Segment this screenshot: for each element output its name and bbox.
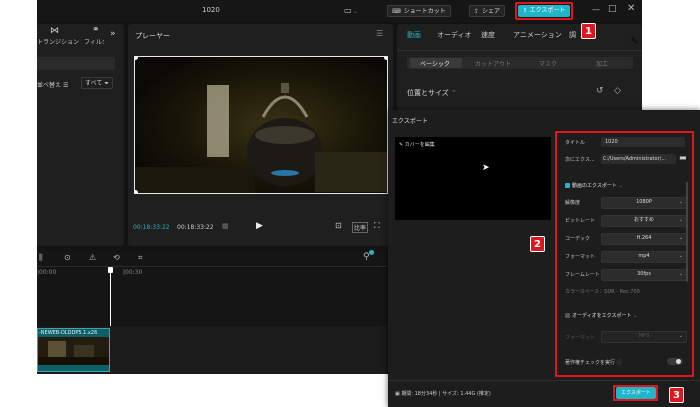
- keyframe-icon[interactable]: ◇: [614, 86, 621, 96]
- video-frame-image: [135, 57, 387, 193]
- callout-number-2: 2: [530, 236, 545, 252]
- clip-thumbnail: [38, 337, 109, 365]
- cover-edit-button[interactable]: ✎ カバーを編集: [399, 141, 435, 148]
- play-icon[interactable]: ▶: [256, 221, 263, 231]
- film-icon: ▣: [395, 391, 400, 397]
- current-time: 00:18:33:22: [133, 224, 170, 231]
- title-bar: 1020 ▭ ⌄ ⌨ ショートカット ⇪ シェア ⇧ エクスポート — □ ✕: [37, 0, 642, 22]
- callout-box-2: [555, 131, 694, 377]
- minimize-icon[interactable]: —: [592, 5, 600, 14]
- sort-icon: ☰: [62, 82, 69, 89]
- player-menu-icon[interactable]: ☰: [376, 29, 383, 38]
- footer-info: ▣ 期間: 18分34秒 | サイズ: 1.44G (推定): [395, 390, 491, 397]
- fit-screen-icon[interactable]: ⊡: [335, 221, 342, 230]
- share-icon: ⇪: [474, 7, 480, 15]
- tab-video[interactable]: 動画: [407, 30, 421, 40]
- tab-transition[interactable]: トランジション: [37, 37, 79, 46]
- notification-dot: [369, 250, 374, 255]
- filter-icon[interactable]: ⚭: [92, 25, 100, 35]
- freeze-icon[interactable]: ⊙: [64, 253, 71, 262]
- divider: [388, 380, 700, 381]
- rotate-icon[interactable]: ⟲: [113, 253, 120, 262]
- subtab-effects[interactable]: 加工: [596, 59, 608, 68]
- clip-label: -NEWEB-DLDDP5.1.x26: [39, 330, 98, 336]
- divider: [397, 50, 642, 51]
- all-label: すべて: [85, 80, 103, 87]
- divider: [37, 266, 387, 267]
- tab-adjust[interactable]: 調: [569, 30, 576, 40]
- video-preview[interactable]: [134, 56, 388, 194]
- callout-number-3: 3: [669, 387, 684, 403]
- export-label: エクスポート: [529, 7, 566, 14]
- shortcut-label: ショートカット: [403, 7, 446, 15]
- tab-audio[interactable]: オーディオ: [437, 30, 472, 40]
- callout-number-1: 1: [581, 23, 596, 39]
- mouse-cursor-icon: ⬉: [630, 34, 640, 47]
- split-icon[interactable]: ⫼: [39, 253, 43, 263]
- corner-handle[interactable]: [384, 57, 387, 60]
- corner-handle[interactable]: [135, 190, 138, 193]
- more-tabs-icon[interactable]: »: [110, 29, 116, 39]
- ruler-label: |00:00: [37, 269, 57, 276]
- sort-label: 並べ替え: [37, 82, 62, 89]
- export-button[interactable]: ⇧ エクスポート: [518, 5, 570, 17]
- mirror-icon[interactable]: ⚠: [89, 253, 96, 262]
- ruler-label: |00:30: [123, 269, 143, 276]
- close-icon[interactable]: ✕: [627, 3, 635, 14]
- maximize-icon[interactable]: □: [608, 4, 617, 14]
- subtab-basic[interactable]: ベーシック: [420, 59, 450, 68]
- reset-icon[interactable]: ↺: [596, 86, 604, 96]
- share-label: シェア: [482, 7, 501, 15]
- cover-preview[interactable]: ✎ カバーを編集 ➤: [395, 137, 551, 220]
- transition-icon[interactable]: ⋈: [50, 26, 59, 36]
- footer-info-label: 期間: 18分34秒 | サイズ: 1.44G (推定): [401, 391, 491, 397]
- search-input[interactable]: [37, 57, 115, 70]
- video-clip[interactable]: -NEWEB-DLDDP5.1.x26: [37, 328, 110, 372]
- media-panel: ⋈ トランジション ⚭ フィルタ » 並べ替え ☰ すべて ⏷: [37, 24, 124, 246]
- tab-speed[interactable]: 速度: [481, 30, 495, 40]
- player-panel: プレーヤー ☰ 00:18:33:22 00:18:33:22 ▦ ▶ ⊡ 比率…: [128, 24, 393, 246]
- crop-icon[interactable]: ⌗: [138, 253, 143, 263]
- tab-animation[interactable]: アニメーション: [513, 30, 562, 40]
- subtab-mask[interactable]: マスク: [539, 59, 557, 68]
- timeline-panel: ⫼ ⊙ ⚠ ⟲ ⌗ ⚲ |00:00 |00:30 -NEWEB-DLDDP5.…: [37, 250, 387, 374]
- subtab-cutout[interactable]: カットアウト: [475, 59, 511, 68]
- sort-button[interactable]: 並べ替え ☰: [37, 80, 68, 89]
- cursor-icon: ➤: [482, 163, 490, 173]
- funnel-icon: ⏷: [104, 80, 110, 87]
- callout-box-3: [613, 385, 658, 401]
- grid-icon[interactable]: ▦: [222, 222, 229, 230]
- dialog-title: エクスポート: [392, 118, 428, 125]
- layout-icon[interactable]: ▭ ⌄: [344, 6, 357, 15]
- window-title: 1020: [202, 6, 220, 14]
- fullscreen-icon[interactable]: ⛶: [374, 221, 380, 231]
- total-time: 00:18:33:22: [177, 224, 214, 231]
- all-filter-button[interactable]: すべて ⏷: [81, 77, 114, 89]
- keyboard-icon: ⌨: [392, 7, 401, 15]
- ratio-button[interactable]: 比率: [352, 222, 369, 233]
- playhead-handle[interactable]: [108, 267, 113, 273]
- section-title-label: 位置とサイズ: [407, 89, 449, 97]
- share-button[interactable]: ⇪ シェア: [469, 5, 506, 17]
- upload-icon: ⇧: [522, 7, 528, 14]
- shortcut-button[interactable]: ⌨ ショートカット: [387, 5, 451, 17]
- cover-edit-label: カバーを編集: [404, 142, 435, 148]
- pencil-icon: ✎: [399, 142, 404, 148]
- chevron-up-icon[interactable]: ⌃: [451, 89, 457, 97]
- tab-filter[interactable]: フィルタ: [84, 37, 104, 46]
- section-title: 位置とサイズ ⌃: [407, 88, 457, 98]
- player-title: プレーヤー: [135, 32, 170, 40]
